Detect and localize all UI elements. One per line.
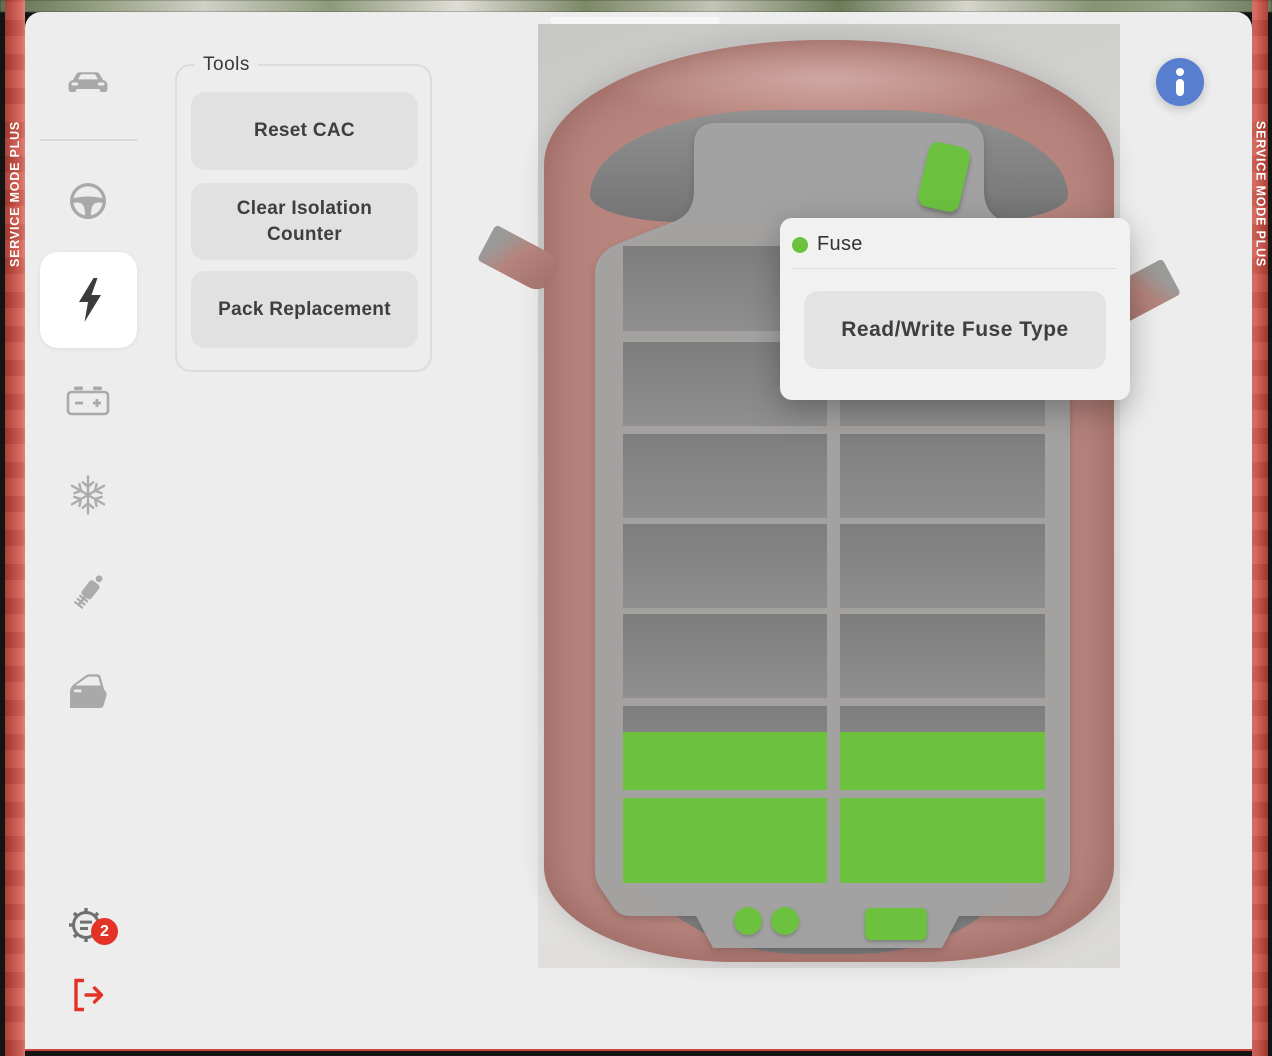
battery-module-right-4[interactable] [840,524,1045,608]
service-mode-screen: SERVICE MODE PLUS SERVICE MODE PLUS [0,0,1272,1056]
fuse-status-dot [792,237,808,253]
battery-module-highlight [840,732,1045,790]
battery-module-right-6[interactable] [840,706,1045,790]
tools-panel: Tools Reset CAC Clear Isolation Counter … [175,64,432,372]
info-button[interactable] [1156,58,1204,106]
connector-circle-2[interactable] [771,907,799,935]
service-mode-label-right: SERVICE MODE PLUS [1252,116,1268,272]
sidebar-item-suspension[interactable] [66,571,110,615]
main-panel: 2 Tools Reset CAC Clear Isolation Counte… [25,12,1252,1051]
sidebar-item-low-voltage[interactable] [66,383,110,417]
sidebar-divider [40,139,137,141]
battery-module-right-7[interactable] [840,798,1045,883]
lightning-icon [40,252,137,348]
sidebar-item-closures[interactable] [66,673,110,711]
shock-absorber-icon [66,571,110,615]
drag-handle[interactable] [550,17,720,24]
battery-module-left-3[interactable] [623,434,827,518]
door-icon [66,673,110,711]
battery-module-left-6[interactable] [623,706,827,790]
sidebar-item-high-voltage-selected[interactable] [40,252,137,348]
battery-module-right-5[interactable] [840,614,1045,698]
tools-panel-title: Tools [195,54,258,76]
sidebar-item-vehicle[interactable] [66,69,110,99]
battery-module-left-4[interactable] [623,524,827,608]
vehicle-top-view [538,24,1120,968]
read-write-fuse-type-button[interactable]: Read/Write Fuse Type [804,291,1106,369]
battery-module-right-3[interactable] [840,434,1045,518]
battery-module-left-7[interactable] [623,798,827,883]
reset-cac-button[interactable]: Reset CAC [191,92,418,170]
sidebar-item-driving[interactable] [68,181,108,221]
connector-rect[interactable] [865,908,927,940]
car-icon [66,71,110,97]
service-mode-band-right: SERVICE MODE PLUS [1252,0,1268,1056]
sidebar-item-exit-service[interactable] [70,976,108,1014]
sidebar-item-thermal[interactable] [66,473,110,517]
alerts-count-badge: 2 [91,918,118,945]
steering-wheel-icon [68,181,108,221]
snowflake-icon [66,473,110,517]
battery-module-highlight [623,732,827,790]
fuse-popup: Fuse Read/Write Fuse Type [780,218,1130,400]
info-icon [1176,68,1184,76]
popup-divider [792,268,1116,269]
fuse-popup-title: Fuse [817,233,863,256]
battery-icon [66,383,110,417]
clear-isolation-counter-button[interactable]: Clear Isolation Counter [191,183,418,260]
background-photo-strip [0,0,1272,12]
battery-module-left-5[interactable] [623,614,827,698]
logout-icon [70,976,108,1014]
pack-replacement-button[interactable]: Pack Replacement [191,271,418,348]
service-mode-label-left: SERVICE MODE PLUS [5,116,25,272]
connector-circle-1[interactable] [734,907,762,935]
service-mode-band-left: SERVICE MODE PLUS [5,0,25,1056]
